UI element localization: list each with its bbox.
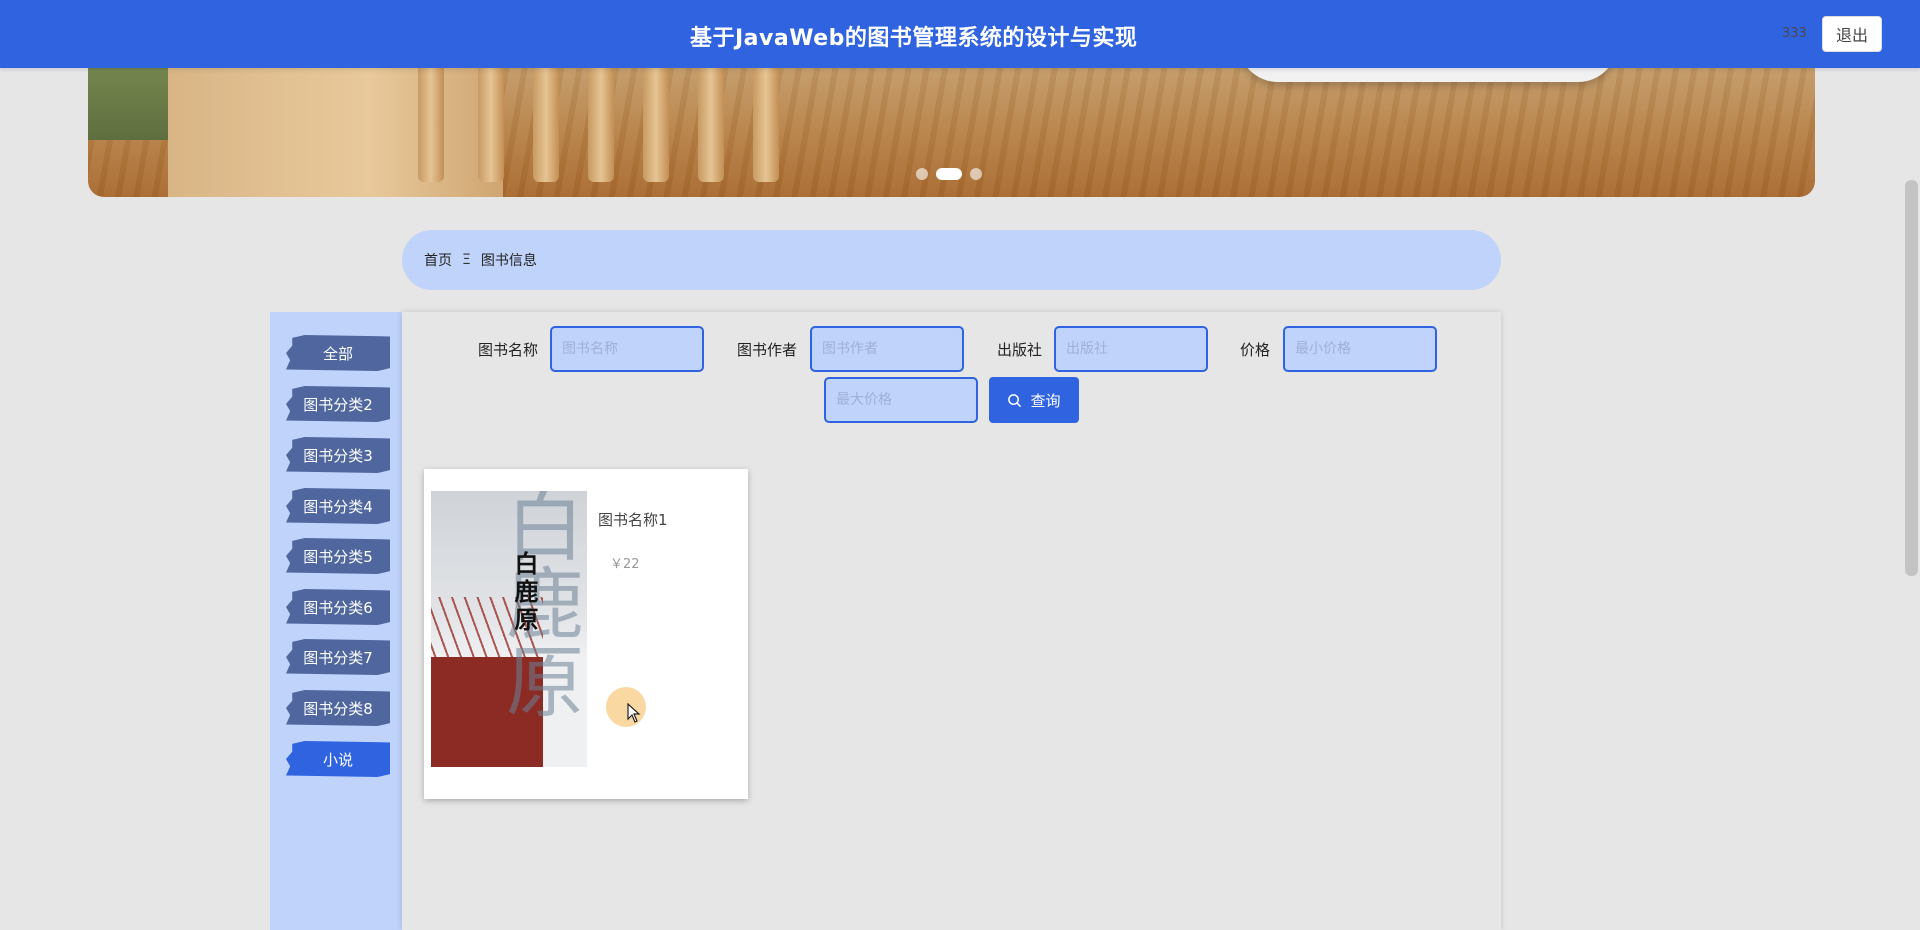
category-item-2[interactable]: 图书分类2	[286, 386, 390, 422]
category-item-8[interactable]: 图书分类8	[286, 690, 390, 726]
book-name-label: 图书名称	[478, 341, 539, 359]
breadcrumb-separator-icon: Ξ	[462, 252, 471, 268]
price-label: 价格	[1240, 341, 1271, 359]
page-title: 基于JavaWeb的图书管理系统的设计与实现	[690, 26, 1138, 51]
publisher-label: 出版社	[997, 341, 1043, 359]
min-price-input[interactable]	[1283, 326, 1437, 372]
max-price-input[interactable]	[824, 377, 978, 423]
category-item-4[interactable]: 图书分类4	[286, 488, 390, 524]
breadcrumb-current: 图书信息	[480, 253, 537, 269]
cover-title: 白鹿原	[510, 551, 539, 635]
breadcrumb: 首页 Ξ 图书信息	[402, 230, 1501, 290]
category-item-6[interactable]: 图书分类6	[286, 589, 390, 625]
carousel-dot-3[interactable]	[970, 168, 982, 180]
page-scrollbar-thumb[interactable]	[1905, 180, 1918, 576]
logout-button[interactable]: 退出	[1822, 16, 1882, 52]
book-author-input[interactable]	[810, 326, 964, 372]
breadcrumb-home[interactable]: 首页	[424, 250, 452, 270]
book-author-label: 图书作者	[737, 341, 798, 359]
current-user: 333	[1782, 26, 1807, 41]
book-list-panel: 图书名称 图书作者 出版社 价格 查询 白鹿原 白鹿原 图书名称1 ￥22	[402, 312, 1501, 930]
carousel-dot-2[interactable]	[936, 168, 962, 180]
category-sidebar: 全部 图书分类2 图书分类3 图书分类4 图书分类5 图书分类6 图书分类7 图…	[270, 312, 402, 930]
search-button-label: 查询	[1030, 392, 1061, 410]
book-card[interactable]: 白鹿原 白鹿原 图书名称1 ￥22	[424, 469, 748, 799]
category-item-7[interactable]: 图书分类7	[286, 639, 390, 675]
book-name-input[interactable]	[550, 326, 704, 372]
category-item-novel[interactable]: 小说	[286, 741, 390, 777]
search-icon	[1008, 393, 1022, 407]
publisher-input[interactable]	[1054, 326, 1208, 372]
category-item-3[interactable]: 图书分类3	[286, 437, 390, 473]
carousel-indicators	[916, 168, 982, 180]
category-item-5[interactable]: 图书分类5	[286, 538, 390, 574]
search-button[interactable]: 查询	[989, 377, 1079, 423]
mouse-cursor-icon	[627, 703, 641, 723]
book-name[interactable]: 图书名称1	[598, 509, 668, 530]
top-header: 基于JavaWeb的图书管理系统的设计与实现 333 退出	[0, 0, 1920, 68]
carousel-dot-1[interactable]	[916, 168, 928, 180]
book-cover-image[interactable]: 白鹿原 白鹿原	[431, 491, 587, 767]
category-item-all[interactable]: 全部	[286, 335, 390, 371]
book-price: ￥22	[610, 557, 640, 572]
